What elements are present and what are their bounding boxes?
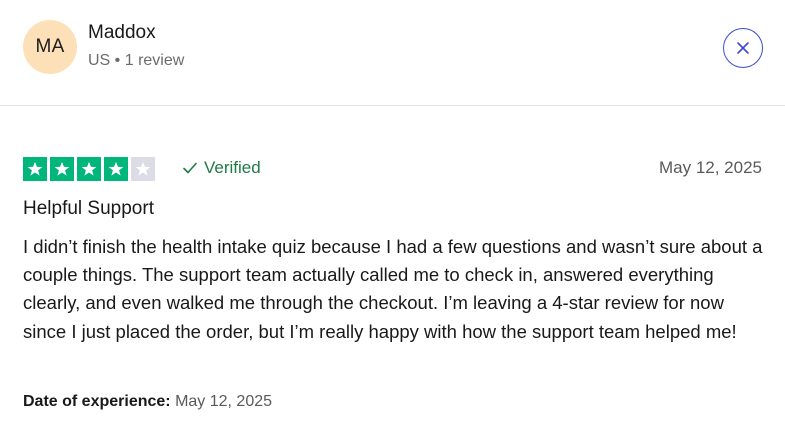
close-button[interactable] (723, 28, 763, 68)
reviewer-name[interactable]: Maddox (88, 22, 156, 44)
star-filled (23, 157, 47, 181)
reviewer-meta: US • 1 review (88, 52, 185, 69)
avatar: MA (23, 20, 77, 74)
star-icon (27, 161, 43, 176)
verified-label: Verified (204, 158, 261, 177)
star-icon (135, 161, 151, 176)
close-icon (737, 42, 749, 54)
star-rating (23, 157, 155, 181)
star-filled (50, 157, 74, 181)
star-icon (81, 161, 97, 176)
star-icon (108, 161, 124, 176)
experience-label: Date of experience: (23, 393, 171, 410)
experience-date: May 12, 2025 (175, 393, 273, 410)
date-of-experience: Date of experience: May 12, 2025 (23, 393, 272, 411)
star-filled (77, 157, 101, 181)
review-body: I didn’t finish the health intake quiz b… (23, 236, 763, 342)
review-date: May 12, 2025 (658, 158, 762, 177)
verified-badge[interactable]: Verified (182, 158, 261, 178)
reviewer-header: MA Maddox US • 1 review (0, 0, 785, 106)
star-empty (131, 157, 155, 181)
review-title: Helpful Support (23, 198, 154, 219)
checkmark-icon (183, 162, 197, 174)
star-icon (54, 161, 70, 176)
star-filled (104, 157, 128, 181)
